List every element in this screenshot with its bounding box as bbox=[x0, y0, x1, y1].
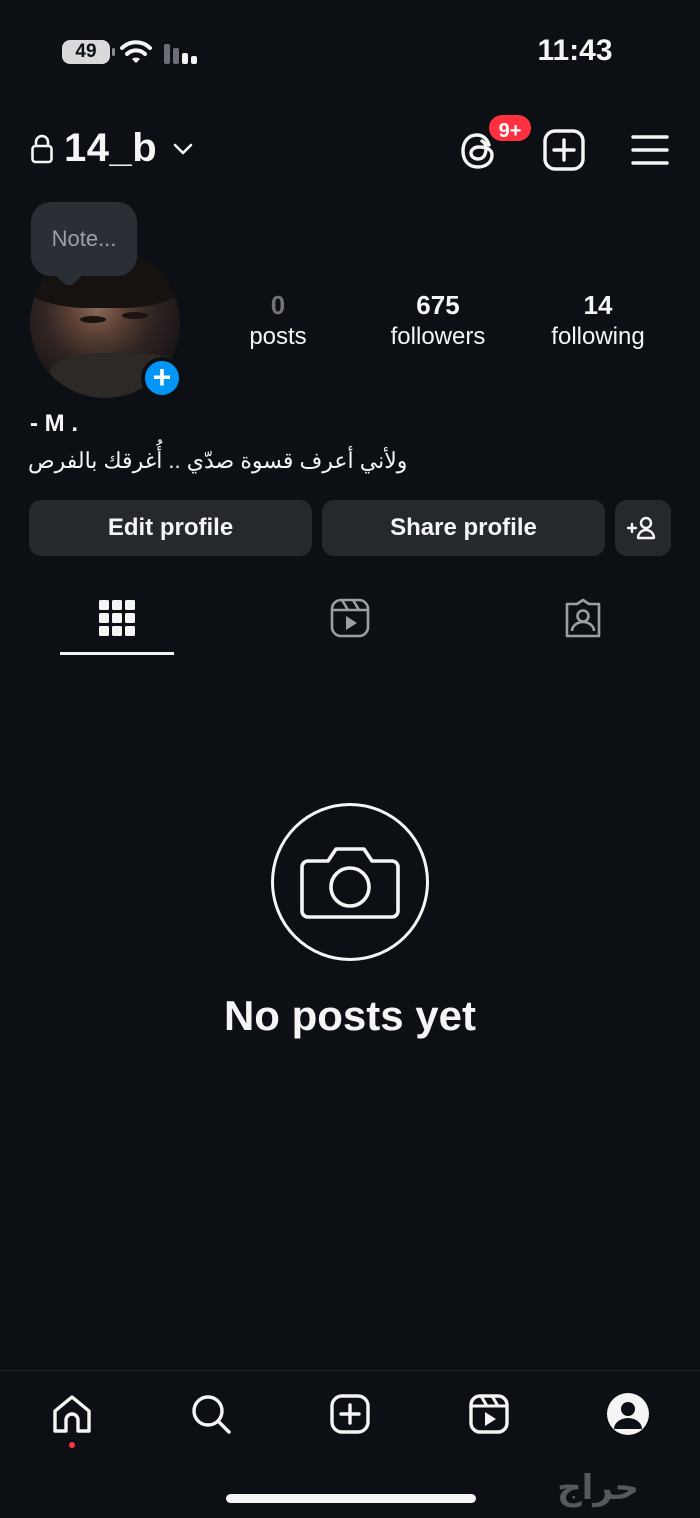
stat-label: following bbox=[551, 323, 645, 350]
cellular-signal-icon bbox=[164, 44, 197, 64]
notification-badge: 9+ bbox=[486, 112, 534, 144]
reels-nav-icon[interactable] bbox=[468, 1393, 510, 1435]
home-indicator[interactable] bbox=[226, 1494, 476, 1503]
camera-circle bbox=[271, 803, 429, 961]
camera-icon bbox=[300, 847, 400, 919]
wifi-icon bbox=[120, 40, 152, 63]
new-post-icon[interactable] bbox=[542, 128, 586, 172]
stat-label: posts bbox=[249, 323, 307, 350]
profile-icon bbox=[614, 1402, 642, 1429]
menu-icon[interactable] bbox=[630, 132, 670, 168]
empty-state-text: No posts yet bbox=[223, 992, 477, 1039]
edit-profile-button[interactable]: Edit profile bbox=[29, 500, 312, 556]
stat-posts: 0 posts bbox=[203, 290, 353, 354]
note-bubble[interactable]: Note... bbox=[31, 202, 137, 276]
lock-icon bbox=[31, 134, 53, 164]
add-person-icon bbox=[626, 516, 656, 540]
stat-following[interactable]: 14 following bbox=[523, 290, 673, 354]
stat-label: followers bbox=[390, 323, 486, 350]
create-icon[interactable] bbox=[329, 1393, 371, 1435]
profile-tab-avatar[interactable] bbox=[607, 1393, 649, 1435]
battery-indicator: 49 bbox=[62, 40, 115, 64]
stat-value: 14 bbox=[583, 290, 613, 320]
stat-value: 0 bbox=[270, 290, 286, 320]
chevron-down-icon[interactable] bbox=[170, 138, 196, 160]
reels-icon[interactable] bbox=[330, 598, 370, 638]
share-profile-button[interactable]: Share profile bbox=[322, 500, 605, 556]
username-switcher[interactable]: 14_b bbox=[64, 126, 157, 171]
add-story-plus-icon[interactable]: + bbox=[141, 357, 183, 399]
display-name: - M . bbox=[30, 410, 78, 437]
search-icon[interactable] bbox=[190, 1393, 232, 1435]
bio-text: ولأني أعرف قسوة صدّي .. أُغرقك بالفرص bbox=[28, 448, 408, 473]
activity-dot bbox=[69, 1442, 75, 1448]
grid-icon[interactable] bbox=[97, 598, 137, 638]
haraj-watermark: حراج bbox=[557, 1468, 639, 1508]
status-time: 11:43 bbox=[537, 34, 613, 67]
active-tab-indicator bbox=[60, 652, 174, 655]
stat-value: 675 bbox=[416, 290, 460, 320]
discover-people-button[interactable] bbox=[615, 500, 671, 556]
stat-followers[interactable]: 675 followers bbox=[363, 290, 513, 354]
tagged-icon[interactable] bbox=[563, 598, 603, 638]
home-icon[interactable] bbox=[51, 1393, 93, 1435]
